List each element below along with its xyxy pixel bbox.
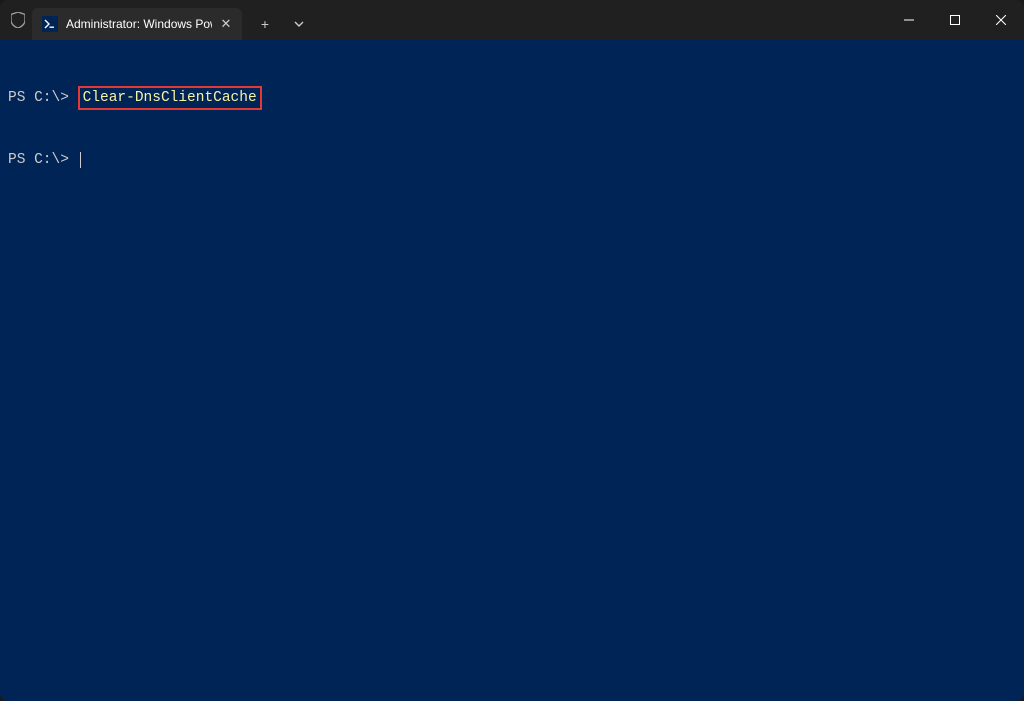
tab-dropdown-button[interactable] [282,8,316,40]
maximize-icon [950,15,960,25]
new-tab-button[interactable]: + [248,8,282,40]
prompt: PS C:\> [8,150,78,170]
command-text: Clear-DnsClientCache [83,90,257,106]
terminal-body[interactable]: PS C:\> Clear-DnsClientCache PS C:\> [0,40,1024,701]
minimize-button[interactable] [886,0,932,40]
window-controls [886,0,1024,40]
maximize-button[interactable] [932,0,978,40]
titlebar-drag-region[interactable] [316,0,886,40]
terminal-line: PS C:\> [8,150,1016,170]
minimize-icon [904,15,914,25]
titlebar-left: Administrator: Windows Powe ✕ + [0,0,316,40]
terminal-line: PS C:\> Clear-DnsClientCache [8,86,1016,110]
tab-actions: + [242,0,316,40]
shield-icon [10,11,26,29]
cursor [80,152,81,168]
titlebar: Administrator: Windows Powe ✕ + [0,0,1024,40]
terminal-window: Administrator: Windows Powe ✕ + PS [0,0,1024,701]
command-highlight-box: Clear-DnsClientCache [78,86,262,110]
close-icon [996,15,1006,25]
close-button[interactable] [978,0,1024,40]
prompt: PS C:\> [8,88,78,108]
tab-powershell[interactable]: Administrator: Windows Powe ✕ [32,8,242,40]
tab-title: Administrator: Windows Powe [66,17,212,31]
tab-close-button[interactable]: ✕ [218,16,234,32]
chevron-down-icon [293,18,305,30]
powershell-icon [42,16,58,32]
